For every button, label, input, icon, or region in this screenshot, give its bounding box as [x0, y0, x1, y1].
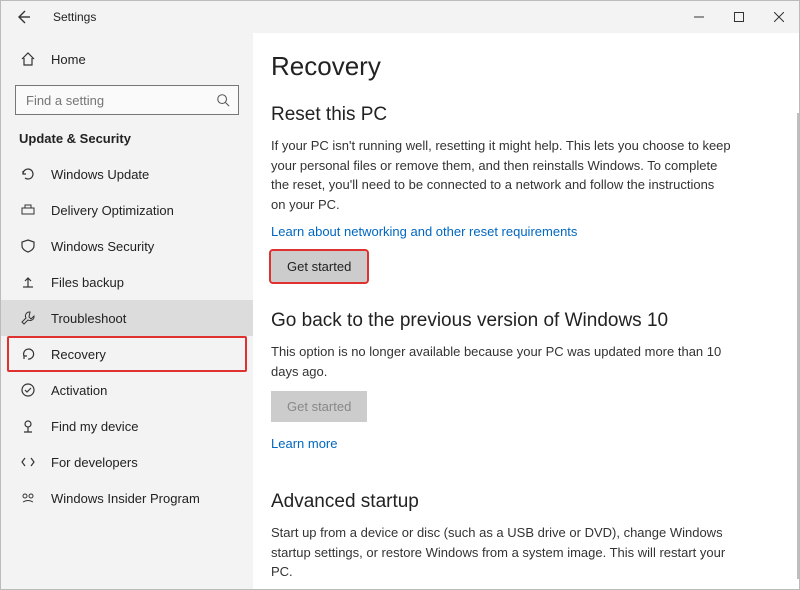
sidebar-item-delivery-optimization[interactable]: Delivery Optimization [1, 192, 253, 228]
section-reset-pc: Reset this PC If your PC isn't running w… [271, 104, 731, 282]
goback-description: This option is no longer available becau… [271, 342, 731, 381]
window-title: Settings [53, 10, 96, 24]
sidebar-item-find-my-device[interactable]: Find my device [1, 408, 253, 444]
location-icon [19, 417, 37, 435]
sidebar-item-windows-security[interactable]: Windows Security [1, 228, 253, 264]
sync-icon [19, 165, 37, 183]
sidebar-item-backup[interactable]: Files backup [1, 264, 253, 300]
sidebar-item-activation[interactable]: Activation [1, 372, 253, 408]
search-icon [216, 93, 230, 107]
maximize-icon [734, 12, 744, 22]
section-go-back: Go back to the previous version of Windo… [271, 310, 731, 463]
minimize-icon [694, 12, 704, 22]
insider-icon [19, 489, 37, 507]
maximize-button[interactable] [719, 1, 759, 33]
reset-get-started-button[interactable]: Get started [271, 251, 367, 282]
sidebar-item-for-developers[interactable]: For developers [1, 444, 253, 480]
sidebar-item-troubleshoot[interactable]: Troubleshoot [1, 300, 253, 336]
titlebar: Settings [1, 1, 799, 33]
sidebar-item-label: Windows Security [51, 239, 154, 254]
goback-get-started-button: Get started [271, 391, 367, 422]
page-title: Recovery [271, 51, 771, 82]
reset-heading: Reset this PC [271, 104, 731, 126]
sidebar-item-label: Activation [51, 383, 107, 398]
sidebar: Home Update & Security Windows Update De… [1, 33, 253, 589]
goback-heading: Go back to the previous version of Windo… [271, 310, 731, 332]
sidebar-item-windows-update[interactable]: Windows Update [1, 156, 253, 192]
back-arrow-icon [15, 9, 31, 25]
sidebar-item-label: Files backup [51, 275, 124, 290]
backup-icon [19, 273, 37, 291]
shield-icon [19, 237, 37, 255]
advanced-heading: Advanced startup [271, 491, 731, 513]
delivery-icon [19, 201, 37, 219]
minimize-button[interactable] [679, 1, 719, 33]
sidebar-item-label: Windows Update [51, 167, 149, 182]
scrollbar[interactable] [797, 113, 799, 579]
advanced-description: Start up from a device or disc (such as … [271, 523, 731, 582]
sidebar-item-label: Delivery Optimization [51, 203, 174, 218]
sidebar-item-label: Find my device [51, 419, 138, 434]
section-advanced-startup: Advanced startup Start up from a device … [271, 491, 731, 589]
sidebar-item-insider-program[interactable]: Windows Insider Program [1, 480, 253, 516]
code-icon [19, 453, 37, 471]
sidebar-category: Update & Security [1, 127, 253, 156]
main-content: Recovery Reset this PC If your PC isn't … [253, 33, 799, 589]
check-circle-icon [19, 381, 37, 399]
reset-learn-link[interactable]: Learn about networking and other reset r… [271, 224, 577, 239]
wrench-icon [19, 309, 37, 327]
sidebar-item-label: Recovery [51, 347, 106, 362]
sidebar-home[interactable]: Home [1, 41, 253, 77]
sidebar-item-label: For developers [51, 455, 138, 470]
window-controls [679, 1, 799, 33]
sidebar-home-label: Home [51, 52, 86, 67]
close-button[interactable] [759, 1, 799, 33]
settings-window: Settings Home [0, 0, 800, 590]
search-box[interactable] [15, 85, 239, 115]
home-icon [19, 50, 37, 68]
back-button[interactable] [9, 3, 37, 31]
sidebar-item-label: Troubleshoot [51, 311, 126, 326]
search-input[interactable] [24, 92, 216, 109]
close-icon [774, 12, 784, 22]
reset-description: If your PC isn't running well, resetting… [271, 136, 731, 214]
sidebar-item-label: Windows Insider Program [51, 491, 200, 506]
sidebar-item-recovery[interactable]: Recovery [7, 336, 247, 372]
goback-learn-more-link[interactable]: Learn more [271, 436, 337, 451]
recovery-icon [19, 345, 37, 363]
